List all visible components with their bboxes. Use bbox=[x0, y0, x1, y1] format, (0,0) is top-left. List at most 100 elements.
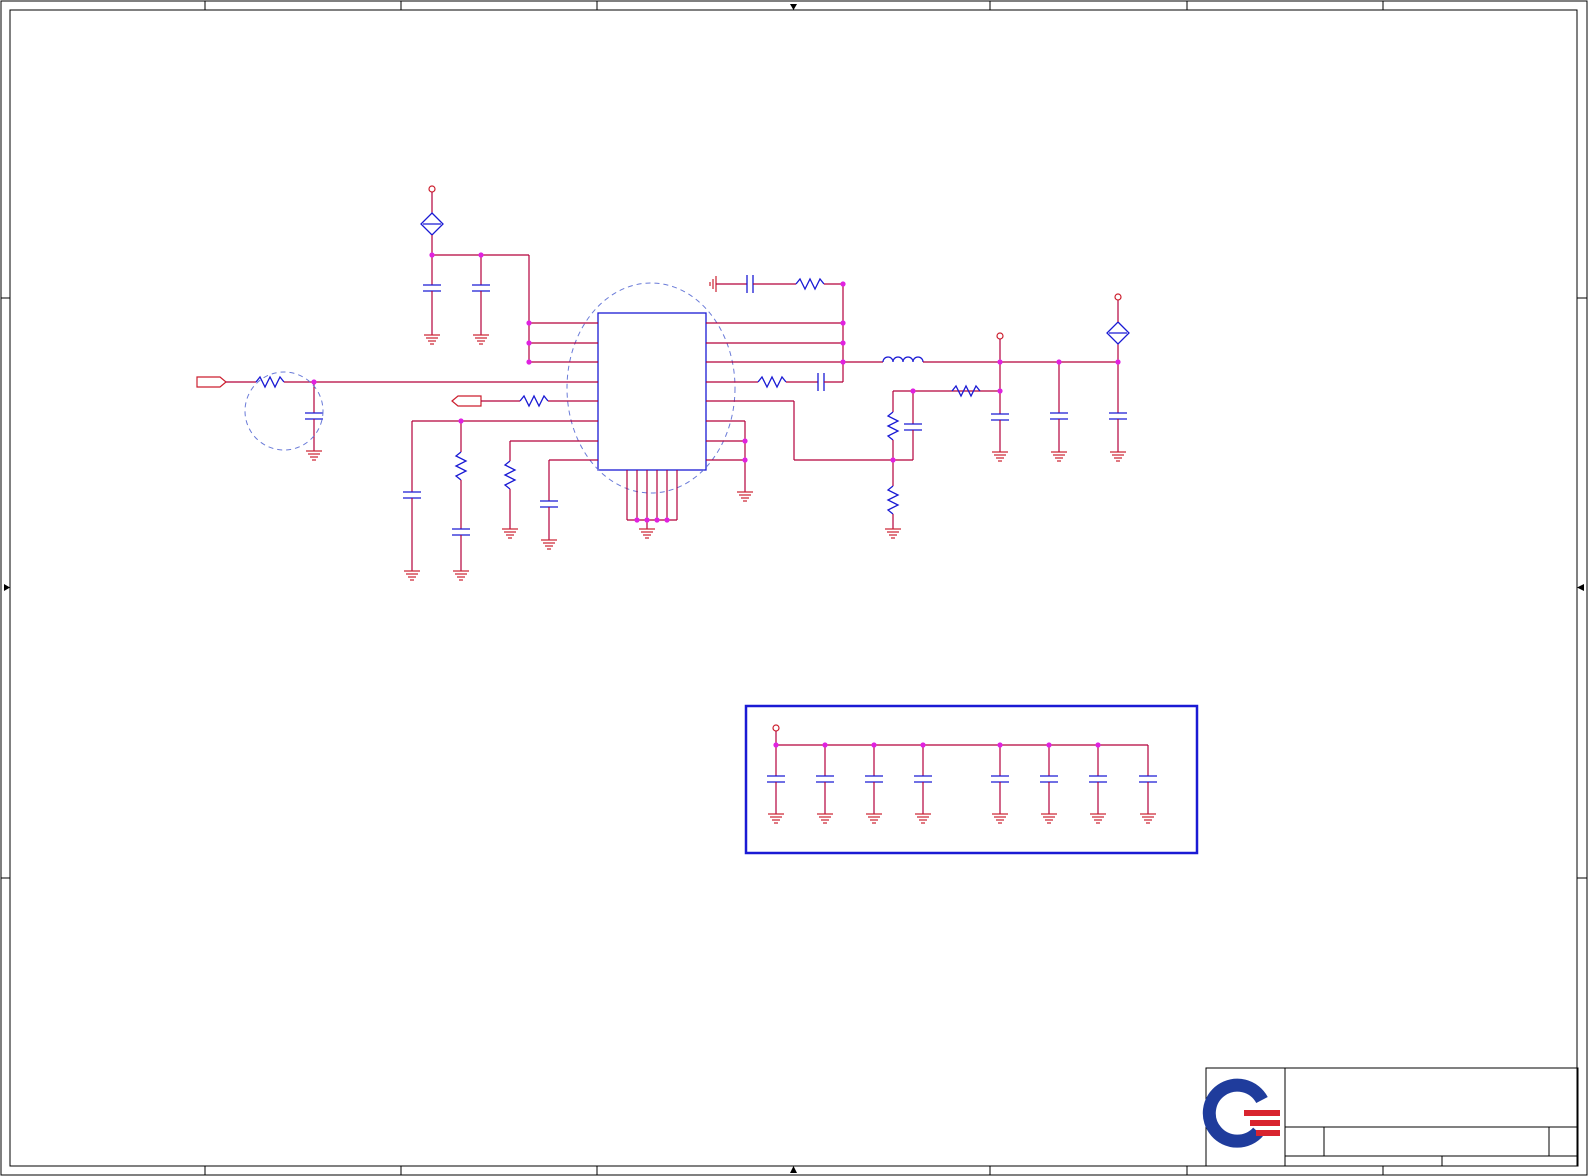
ground-icon bbox=[991, 451, 1009, 462]
snubber-network bbox=[709, 275, 843, 293]
ground-icon bbox=[403, 570, 421, 581]
ground-icon bbox=[865, 813, 883, 824]
resistor-icon bbox=[519, 395, 549, 407]
capacitor-icon bbox=[451, 528, 471, 536]
input-supply-net bbox=[420, 185, 598, 363]
ground-icon bbox=[423, 334, 441, 345]
ground-icon bbox=[452, 570, 470, 581]
junction-dot-icon bbox=[997, 388, 1003, 394]
ground-icon bbox=[1089, 813, 1107, 824]
junction-dot-icon bbox=[910, 388, 916, 394]
junction-dot-icon bbox=[840, 340, 846, 346]
output-stage bbox=[843, 293, 1130, 462]
junction-dot-icon bbox=[920, 742, 926, 748]
capacitor-icon bbox=[991, 745, 1009, 824]
input-port-rc-filter bbox=[196, 371, 598, 461]
junction-dot-icon bbox=[526, 340, 532, 346]
drawing-border bbox=[0, 0, 1588, 1176]
ground-icon bbox=[914, 813, 932, 824]
power-pin-icon bbox=[1114, 293, 1122, 301]
junction-dot-icon bbox=[1056, 359, 1062, 365]
power-pin-icon bbox=[772, 724, 780, 732]
net-port-icon bbox=[196, 376, 227, 388]
power-pin-icon bbox=[428, 185, 436, 193]
decoupling-cap-bank bbox=[744, 704, 1199, 855]
ground-icon bbox=[501, 528, 519, 539]
capacitor-icon bbox=[539, 500, 559, 508]
junction-dot-icon bbox=[773, 742, 779, 748]
junction-dot-icon bbox=[742, 438, 748, 444]
junction-dot-icon bbox=[644, 517, 650, 523]
resistor-icon bbox=[757, 376, 787, 388]
resistor-icon bbox=[887, 485, 899, 515]
capacitor-icon bbox=[304, 412, 324, 420]
exposed-pad-ground bbox=[626, 470, 678, 539]
ground-icon bbox=[991, 813, 1009, 824]
capacitor-icon bbox=[990, 413, 1010, 421]
power-pin-icon bbox=[996, 332, 1004, 340]
junction-dot-icon bbox=[526, 359, 532, 365]
ground-icon bbox=[884, 528, 902, 539]
schematic-canvas bbox=[0, 0, 1588, 1176]
junction-dot-icon bbox=[742, 457, 748, 463]
junction-dot-icon bbox=[1115, 359, 1121, 365]
junction-dot-icon bbox=[526, 320, 532, 326]
capacitor-icon bbox=[422, 284, 442, 292]
chassis-ground-icon bbox=[709, 276, 717, 292]
ground-icon bbox=[305, 450, 323, 461]
junction-dot-icon bbox=[429, 252, 435, 258]
capacitor-icon bbox=[816, 745, 834, 824]
feedback-divider bbox=[706, 385, 1000, 539]
junction-dot-icon bbox=[840, 320, 846, 326]
junction-dot-icon bbox=[871, 742, 877, 748]
ground-icon bbox=[540, 539, 558, 550]
ground-icon bbox=[472, 334, 490, 345]
power-flag-icon bbox=[420, 212, 444, 236]
junction-dot-icon bbox=[634, 517, 640, 523]
resistor-icon bbox=[887, 411, 899, 441]
capacitor-icon bbox=[903, 423, 923, 431]
junction-dot-icon bbox=[654, 517, 660, 523]
bootstrap-network bbox=[706, 373, 843, 391]
junction-dot-icon bbox=[822, 742, 828, 748]
ground-icon bbox=[1050, 451, 1068, 462]
capacitor-icon bbox=[1089, 745, 1107, 824]
junction-dot-icon bbox=[664, 517, 670, 523]
capacitor-icon bbox=[817, 373, 825, 391]
junction-dot-icon bbox=[478, 252, 484, 258]
resistor-icon bbox=[795, 278, 825, 290]
regulator-ic bbox=[597, 312, 707, 471]
junction-dot-icon bbox=[997, 742, 1003, 748]
junction-dot-icon bbox=[840, 359, 846, 365]
ground-icon bbox=[736, 491, 754, 502]
capacitor-icon bbox=[471, 284, 491, 292]
junction-dot-icon bbox=[890, 457, 896, 463]
power-flag-icon bbox=[1106, 321, 1130, 345]
junction-dot-icon bbox=[311, 379, 317, 385]
ground-icon bbox=[816, 813, 834, 824]
company-logo-icon bbox=[1202, 1078, 1280, 1148]
placement-hint-outline bbox=[244, 371, 324, 451]
inductor-icon bbox=[882, 356, 924, 363]
junction-dot-icon bbox=[1046, 742, 1052, 748]
compensation-network-left bbox=[402, 420, 598, 581]
title-block bbox=[1202, 1067, 1579, 1167]
capacitor-icon bbox=[914, 745, 932, 824]
capacitor-icon bbox=[402, 491, 422, 499]
capacitor-icon bbox=[746, 275, 754, 293]
ground-icon bbox=[767, 813, 785, 824]
junction-dot-icon bbox=[997, 359, 1003, 365]
resistor-icon bbox=[255, 376, 285, 388]
capacitor-icon bbox=[1139, 745, 1157, 824]
resistor-icon bbox=[504, 460, 516, 490]
capacitor-icon bbox=[865, 745, 883, 824]
ground-icon bbox=[1109, 451, 1127, 462]
placement-hint-outline bbox=[566, 282, 736, 494]
zone-tick-marks bbox=[1, 1, 1587, 1175]
ground-icon bbox=[1040, 813, 1058, 824]
ground-icon bbox=[638, 528, 656, 539]
resistor-icon bbox=[455, 451, 467, 481]
ground-icon bbox=[1139, 813, 1157, 824]
junction-dot-icon bbox=[458, 418, 464, 424]
capacitor-icon bbox=[767, 745, 785, 824]
